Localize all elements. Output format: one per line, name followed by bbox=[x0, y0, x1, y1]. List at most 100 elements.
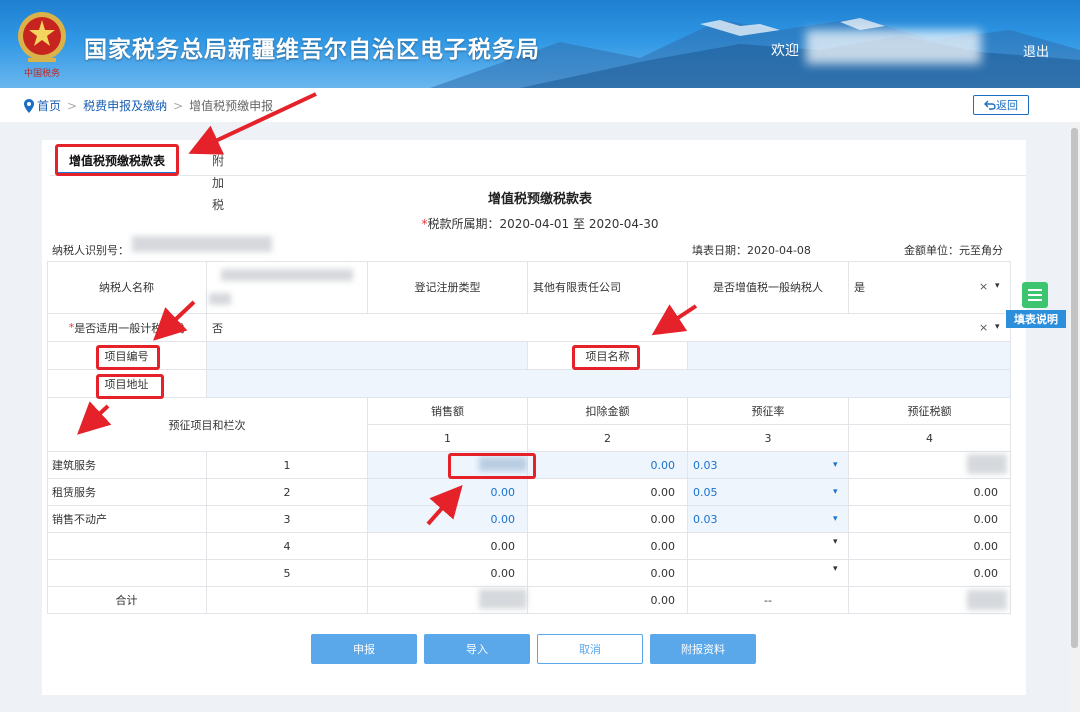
welcome-text: 欢迎 bbox=[771, 43, 799, 59]
total-deduction: 0.00 bbox=[528, 587, 688, 614]
row-name: 销售不动产 bbox=[47, 506, 207, 533]
username-redacted bbox=[806, 30, 981, 64]
period-label: 税款所属期： bbox=[427, 217, 500, 231]
col-rate-header: 预征率 bbox=[688, 398, 849, 425]
row-name: 建筑服务 bbox=[47, 452, 207, 479]
general-method-label-cell: * 是否适用一般计税方式 bbox=[47, 314, 207, 342]
logout-link[interactable]: 退出 bbox=[1023, 41, 1049, 60]
document-list-icon bbox=[1022, 282, 1048, 308]
col-index: 2 bbox=[528, 425, 688, 452]
tab-surcharge[interactable]: 附加税 bbox=[212, 150, 224, 212]
total-sales-redacted bbox=[479, 589, 527, 609]
sales-input[interactable]: 0.00 bbox=[368, 479, 528, 506]
deduction-input[interactable]: 0.00 bbox=[528, 452, 688, 479]
site-header: 中国税务 国家税务总局新疆维吾尔自治区电子税务局 欢迎 退出 bbox=[0, 0, 1080, 88]
chevron-down-icon[interactable]: ▾ bbox=[833, 460, 838, 470]
annotation-box-tab bbox=[55, 144, 179, 176]
row-name bbox=[47, 560, 207, 587]
total-label: 合计 bbox=[47, 587, 207, 614]
total-rate: -- bbox=[688, 587, 849, 614]
breadcrumb-separator: > bbox=[67, 98, 78, 113]
project-name-input[interactable] bbox=[688, 342, 1011, 370]
amount-unit: 金额单位：元至角分 bbox=[904, 244, 1003, 257]
fill-date: 填表日期：2020-04-08 bbox=[692, 244, 811, 257]
col-index: 4 bbox=[849, 425, 1011, 452]
deduction-value: 0.00 bbox=[528, 506, 688, 533]
project-no-input[interactable] bbox=[207, 342, 528, 370]
breadcrumb: 首页 > 税费申报及缴纳 > 增值税预缴申报 bbox=[24, 97, 273, 114]
chevron-down-icon[interactable]: ▾ bbox=[833, 487, 838, 497]
deduction-value: 0.00 bbox=[528, 479, 688, 506]
import-button[interactable]: 导入 bbox=[424, 634, 530, 664]
tax-form-table: 纳税人名称 登记注册类型 其他有限责任公司 是否增值税一般纳税人 是 × ▾ *… bbox=[47, 261, 1011, 614]
project-addr-input[interactable] bbox=[207, 370, 1011, 398]
rate-select[interactable]: 0.03 bbox=[688, 506, 849, 533]
rate-select[interactable] bbox=[688, 533, 849, 560]
chevron-down-icon[interactable]: ▾ bbox=[995, 322, 1000, 332]
general-method-label: 是否适用一般计税方式 bbox=[74, 321, 185, 335]
row-no: 2 bbox=[207, 479, 368, 506]
taxpayer-name-label: 纳税人名称 bbox=[47, 261, 207, 314]
total-spacer bbox=[207, 587, 368, 614]
back-label: 返回 bbox=[996, 99, 1018, 112]
taxpayer-name-redacted bbox=[221, 269, 353, 281]
row-no: 4 bbox=[207, 533, 368, 560]
cancel-button[interactable]: 取消 bbox=[537, 634, 643, 664]
scrollbar-thumb[interactable] bbox=[1071, 128, 1078, 648]
annotation-box-project-name bbox=[572, 345, 640, 370]
general-taxpayer-label: 是否增值税一般纳税人 bbox=[688, 261, 849, 314]
clear-icon[interactable]: × bbox=[979, 321, 988, 334]
col-index: 1 bbox=[368, 425, 528, 452]
clear-icon[interactable]: × bbox=[979, 280, 988, 293]
sales-value: 0.00 bbox=[368, 533, 528, 560]
tax-value: 0.00 bbox=[849, 533, 1011, 560]
row-name bbox=[47, 533, 207, 560]
general-method-value: 否 bbox=[212, 321, 223, 335]
reg-type-label: 登记注册类型 bbox=[368, 261, 528, 314]
rate-select[interactable]: 0.03 bbox=[688, 452, 849, 479]
form-title: 增值税预缴税款表 bbox=[487, 192, 592, 207]
rate-select[interactable]: 0.05 bbox=[688, 479, 849, 506]
sales-input[interactable]: 0.00 bbox=[368, 506, 528, 533]
tax-emblem-logo: 中国税务 bbox=[18, 12, 66, 79]
submit-button[interactable]: 申报 bbox=[311, 634, 417, 664]
back-button[interactable]: 返回 bbox=[973, 95, 1029, 115]
taxpayer-name-redacted-2 bbox=[209, 293, 231, 305]
row-name: 租赁服务 bbox=[47, 479, 207, 506]
chevron-down-icon[interactable]: ▾ bbox=[995, 281, 1000, 291]
col-sales-header: 销售额 bbox=[368, 398, 528, 425]
taxpayer-id-redacted bbox=[132, 236, 272, 252]
tax-redacted bbox=[967, 454, 1007, 474]
breadcrumb-separator: > bbox=[173, 98, 184, 113]
chevron-down-icon[interactable]: ▾ bbox=[833, 537, 838, 547]
breadcrumb-home[interactable]: 首页 bbox=[37, 97, 61, 114]
row-no: 3 bbox=[207, 506, 368, 533]
back-arrow-icon bbox=[984, 100, 996, 110]
fill-instructions-label: 填表说明 bbox=[1006, 310, 1066, 328]
chevron-down-icon[interactable]: ▾ bbox=[833, 564, 838, 574]
rate-select[interactable] bbox=[688, 560, 849, 587]
row-no: 5 bbox=[207, 560, 368, 587]
vertical-scrollbar[interactable] bbox=[1069, 122, 1080, 712]
total-tax-redacted bbox=[967, 590, 1007, 610]
tax-value: 0.00 bbox=[849, 506, 1011, 533]
general-method-select[interactable]: 否 bbox=[207, 314, 1011, 342]
deduction-value: 0.00 bbox=[528, 560, 688, 587]
tax-value: 0.00 bbox=[849, 479, 1011, 506]
site-title: 国家税务总局新疆维吾尔自治区电子税务局 bbox=[84, 37, 540, 63]
chevron-down-icon[interactable]: ▾ bbox=[833, 514, 838, 524]
tab-divider bbox=[50, 175, 1026, 176]
location-pin-icon bbox=[24, 98, 34, 113]
reg-type-value: 其他有限责任公司 bbox=[528, 261, 688, 314]
sales-value: 0.00 bbox=[368, 560, 528, 587]
annotation-box-project-addr bbox=[96, 374, 164, 399]
col-tax-header: 预征税额 bbox=[849, 398, 1011, 425]
breadcrumb-section[interactable]: 税费申报及缴纳 bbox=[83, 97, 167, 114]
attach-button[interactable]: 附报资料 bbox=[650, 634, 756, 664]
row-no: 1 bbox=[207, 452, 368, 479]
fill-instructions-widget[interactable]: 填表说明 bbox=[1006, 282, 1066, 330]
emblem-text: 中国税务 bbox=[24, 67, 60, 79]
annotation-box-project-no bbox=[96, 345, 160, 370]
tax-value: 0.00 bbox=[849, 560, 1011, 587]
item-header: 预征项目和栏次 bbox=[47, 398, 368, 452]
